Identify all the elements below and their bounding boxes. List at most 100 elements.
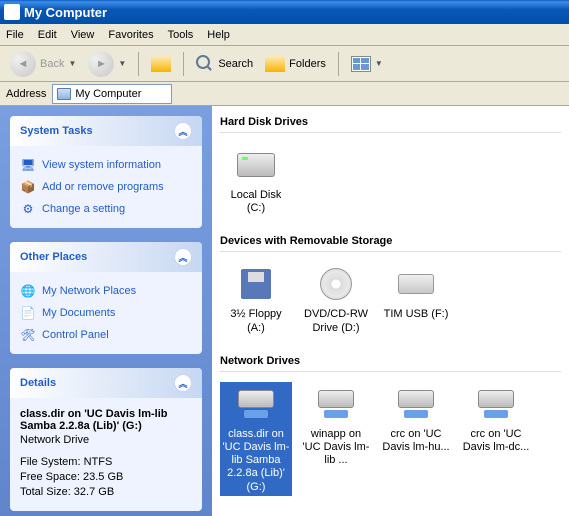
system-tasks-panel: System Tasks ︽ 🖥 View system information … <box>10 116 202 228</box>
address-label: Address <box>6 88 46 100</box>
section-network: Network Drives <box>220 351 561 372</box>
views-icon <box>351 56 371 72</box>
drive-network-crc2[interactable]: crc on 'UC Davis lm-dc... <box>460 382 532 496</box>
panel-header[interactable]: Other Places ︽ <box>10 242 202 272</box>
menu-favorites[interactable]: Favorites <box>108 29 153 41</box>
forward-button[interactable]: ► ▼ <box>84 49 130 79</box>
usb-icon <box>396 264 436 304</box>
programs-icon: 📦 <box>20 179 36 195</box>
settings-icon: ⚙ <box>20 201 36 217</box>
item-label: My Network Places <box>42 285 136 297</box>
search-icon <box>196 55 214 73</box>
content: System Tasks ︽ 🖥 View system information … <box>0 106 569 516</box>
address-field[interactable]: My Computer <box>52 84 172 104</box>
menu-edit[interactable]: Edit <box>38 29 57 41</box>
drive-network-winapp[interactable]: winapp on 'UC Davis lm-lib ... <box>300 382 372 496</box>
network-drive-icon <box>396 384 436 424</box>
item-label: View system information <box>42 159 161 171</box>
drive-dvd-d[interactable]: DVD/CD-RW Drive (D:) <box>300 262 372 336</box>
network-drive-icon <box>476 384 516 424</box>
back-arrow-icon: ◄ <box>10 51 36 77</box>
floppy-icon <box>236 264 276 304</box>
sidebar-item-system-info[interactable]: 🖥 View system information <box>20 154 192 176</box>
details-panel: Details ︽ class.dir on 'UC Davis lm-lib … <box>10 368 202 511</box>
address-value: My Computer <box>75 88 141 100</box>
details-fs: File System: NTFS <box>20 456 192 468</box>
menubar: File Edit View Favorites Tools Help <box>0 24 569 46</box>
network-drive-icon <box>316 384 356 424</box>
menu-tools[interactable]: Tools <box>168 29 194 41</box>
item-label: Control Panel <box>42 329 109 341</box>
sidebar-item-change-setting[interactable]: ⚙ Change a setting <box>20 198 192 220</box>
details-type: Network Drive <box>20 434 192 446</box>
my-computer-icon <box>57 88 71 100</box>
chevron-down-icon: ▼ <box>375 59 383 68</box>
sidebar-item-my-documents[interactable]: 📄 My Documents <box>20 302 192 324</box>
collapse-icon[interactable]: ︽ <box>174 122 192 140</box>
details-free: Free Space: 23.5 GB <box>20 471 192 483</box>
drive-usb-f[interactable]: TIM USB (F:) <box>380 262 452 336</box>
up-button[interactable] <box>147 54 175 74</box>
toolbar: ◄ Back ▼ ► ▼ Search Folders ▼ <box>0 46 569 82</box>
folders-label: Folders <box>289 58 326 70</box>
chevron-down-icon: ▼ <box>68 59 76 68</box>
details-name: class.dir on 'UC Davis lm-lib Samba 2.2.… <box>20 408 192 432</box>
panel-header[interactable]: System Tasks ︽ <box>10 116 202 146</box>
chevron-down-icon: ▼ <box>118 59 126 68</box>
views-button[interactable]: ▼ <box>347 54 387 74</box>
folders-button[interactable]: Folders <box>261 54 330 74</box>
item-label: DVD/CD-RW Drive (D:) <box>302 308 370 334</box>
menu-view[interactable]: View <box>71 29 95 41</box>
search-label: Search <box>218 58 253 70</box>
menu-help[interactable]: Help <box>207 29 230 41</box>
hdd-icon <box>236 145 276 185</box>
section-hdd: Hard Disk Drives <box>220 112 561 133</box>
sidebar-item-network-places[interactable]: 🌐My Network Places <box>20 280 192 302</box>
item-label: crc on 'UC Davis lm-dc... <box>462 428 530 454</box>
search-button[interactable]: Search <box>192 53 257 75</box>
documents-icon: 📄 <box>20 305 36 321</box>
hdd-items: Local Disk (C:) <box>220 143 561 217</box>
panel-title: Details <box>20 377 56 389</box>
panel-body: 🖥 View system information 📦Add or remove … <box>10 146 202 228</box>
back-button[interactable]: ◄ Back ▼ <box>6 49 80 79</box>
collapse-icon[interactable]: ︽ <box>174 374 192 392</box>
item-label: Local Disk (C:) <box>222 189 290 215</box>
titlebar: 🖥 My Computer <box>0 0 569 24</box>
info-icon: 🖥 <box>20 157 36 173</box>
panel-title: System Tasks <box>20 125 93 137</box>
item-label: TIM USB (F:) <box>382 308 450 321</box>
menu-file[interactable]: File <box>6 29 24 41</box>
drive-network-g[interactable]: class.dir on 'UC Davis lm-lib Samba 2.2.… <box>220 382 292 496</box>
network-items: class.dir on 'UC Davis lm-lib Samba 2.2.… <box>220 382 561 496</box>
my-computer-icon: 🖥 <box>4 4 20 20</box>
item-label: class.dir on 'UC Davis lm-lib Samba 2.2.… <box>222 428 290 494</box>
panel-header[interactable]: Details ︽ <box>10 368 202 398</box>
drive-floppy-a[interactable]: 3½ Floppy (A:) <box>220 262 292 336</box>
addressbar: Address My Computer <box>0 82 569 106</box>
item-label: crc on 'UC Davis lm-hu... <box>382 428 450 454</box>
cd-icon <box>316 264 356 304</box>
item-label: Change a setting <box>42 203 125 215</box>
removable-items: 3½ Floppy (A:) DVD/CD-RW Drive (D:) TIM … <box>220 262 561 336</box>
section-removable: Devices with Removable Storage <box>220 231 561 252</box>
folder-up-icon <box>151 56 171 72</box>
back-label: Back <box>40 58 64 70</box>
sidebar-item-add-remove[interactable]: 📦Add or remove programs <box>20 176 192 198</box>
panel-body: 🌐My Network Places 📄 My Documents 🛠 Contro… <box>10 272 202 354</box>
sidebar-item-control-panel[interactable]: 🛠 Control Panel <box>20 324 192 346</box>
drive-local-c[interactable]: Local Disk (C:) <box>220 143 292 217</box>
network-drive-icon <box>236 384 276 424</box>
control-panel-icon: 🛠 <box>20 327 36 343</box>
main-pane: Hard Disk Drives Local Disk (C:) Devices… <box>212 106 569 516</box>
separator <box>183 52 184 76</box>
item-label: winapp on 'UC Davis lm-lib ... <box>302 428 370 468</box>
sidebar: System Tasks ︽ 🖥 View system information … <box>0 106 212 516</box>
item-label: My Documents <box>42 307 115 319</box>
details-total: Total Size: 32.7 GB <box>20 486 192 498</box>
collapse-icon[interactable]: ︽ <box>174 248 192 266</box>
separator <box>338 52 339 76</box>
forward-arrow-icon: ► <box>88 51 114 77</box>
drive-network-crc1[interactable]: crc on 'UC Davis lm-hu... <box>380 382 452 496</box>
other-places-panel: Other Places ︽ 🌐My Network Places 📄 My Do… <box>10 242 202 354</box>
